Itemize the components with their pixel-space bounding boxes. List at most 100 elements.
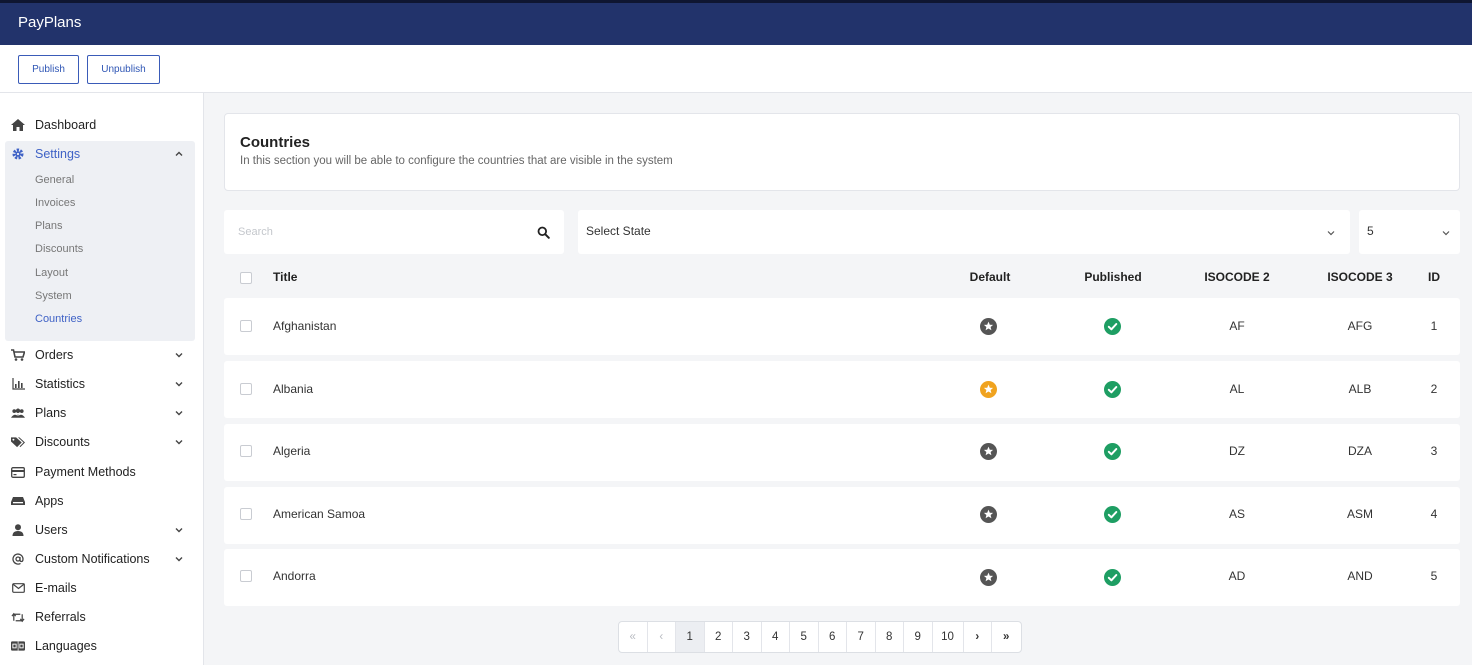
table-row: Andorra AD AND 5	[224, 549, 1460, 606]
star-icon[interactable]	[980, 506, 997, 523]
sidebar-item-languages[interactable]: Languages	[0, 633, 204, 659]
row-iso3: ASM	[1346, 507, 1374, 521]
chevron-down-icon	[1442, 231, 1450, 236]
row-iso2: AD	[1228, 569, 1246, 583]
row-checkbox[interactable]	[240, 320, 252, 332]
settings-sub-general[interactable]: General	[35, 174, 74, 186]
column-isocode-3[interactable]: ISOCODE 3	[1327, 270, 1392, 284]
gear-icon	[11, 147, 25, 161]
page-button[interactable]: 3	[733, 622, 762, 652]
column-title[interactable]: Title	[273, 270, 297, 284]
column-published[interactable]: Published	[1084, 270, 1141, 284]
page-button[interactable]: 5	[790, 622, 819, 652]
first-page-button[interactable]: «	[619, 622, 648, 652]
page-button[interactable]: 8	[876, 622, 904, 652]
row-id: 5	[1430, 569, 1438, 583]
row-id: 3	[1430, 444, 1438, 458]
sidebar-item-dashboard[interactable]: Dashboard	[0, 112, 204, 138]
chevron-up-icon	[175, 151, 183, 156]
row-iso3: ALB	[1348, 382, 1372, 396]
search-input[interactable]	[224, 210, 524, 254]
next-page-button[interactable]: ›	[964, 622, 992, 652]
sidebar-item-emails[interactable]: E-mails	[0, 575, 204, 601]
sidebar-item-label: Payment Methods	[35, 465, 136, 479]
page-size-value: 5	[1367, 224, 1374, 238]
sidebar-item-referrals[interactable]: Referrals	[0, 604, 204, 630]
row-title[interactable]: Albania	[273, 382, 313, 396]
page-description: In this section you will be able to conf…	[240, 155, 673, 167]
search-icon[interactable]	[537, 226, 550, 239]
unpublish-button[interactable]: Unpublish	[87, 55, 160, 84]
app-title: PayPlans	[18, 14, 82, 31]
table-row: American Samoa AS ASM 4	[224, 487, 1460, 544]
check-circle-icon[interactable]	[1104, 506, 1121, 523]
sidebar-item-discounts[interactable]: Discounts	[0, 429, 204, 455]
credit-card-icon	[11, 465, 25, 479]
settings-sub-invoices[interactable]: Invoices	[35, 197, 75, 209]
row-title[interactable]: Algeria	[273, 444, 310, 458]
row-iso2: DZ	[1229, 444, 1245, 458]
row-id: 2	[1430, 382, 1438, 396]
check-circle-icon[interactable]	[1104, 318, 1121, 335]
envelope-icon	[11, 581, 25, 595]
page-button[interactable]: 4	[762, 622, 790, 652]
settings-sub-countries[interactable]: Countries	[35, 313, 82, 325]
sidebar-item-label: Plans	[35, 406, 67, 420]
row-title[interactable]: Andorra	[273, 569, 316, 583]
row-checkbox[interactable]	[240, 383, 252, 395]
sidebar-item-settings[interactable]: Settings	[0, 141, 204, 167]
star-icon[interactable]	[980, 569, 997, 586]
column-default[interactable]: Default	[970, 270, 1011, 284]
page-button[interactable]: 7	[847, 622, 876, 652]
sidebar-item-custom-notifications[interactable]: Custom Notifications	[0, 546, 204, 572]
settings-sub-plans[interactable]: Plans	[35, 220, 63, 232]
user-icon	[11, 523, 25, 537]
star-icon[interactable]	[980, 443, 997, 460]
row-iso3: DZA	[1348, 444, 1372, 458]
row-checkbox[interactable]	[240, 570, 252, 582]
page-button[interactable]: 10	[933, 622, 964, 652]
page-size-select[interactable]: 5	[1359, 210, 1460, 254]
settings-sub-layout[interactable]: Layout	[35, 267, 68, 279]
state-select[interactable]: Select State	[578, 210, 1350, 254]
row-id: 4	[1430, 507, 1438, 521]
page-button[interactable]: 2	[705, 622, 733, 652]
apps-icon	[11, 494, 25, 508]
select-all-checkbox[interactable]	[240, 272, 252, 284]
row-iso3: AFG	[1347, 319, 1373, 333]
row-checkbox[interactable]	[240, 445, 252, 457]
settings-sub-system[interactable]: System	[35, 290, 72, 302]
row-iso2: AL	[1229, 382, 1245, 396]
sidebar-item-users[interactable]: Users	[0, 517, 204, 543]
last-page-button[interactable]: »	[992, 622, 1021, 652]
page-button[interactable]: 9	[904, 622, 933, 652]
prev-page-button[interactable]: ‹	[648, 622, 676, 652]
check-circle-icon[interactable]	[1104, 443, 1121, 460]
sidebar-item-statistics[interactable]: Statistics	[0, 371, 204, 397]
at-sign-icon	[11, 552, 25, 566]
settings-sub-discounts[interactable]: Discounts	[35, 243, 83, 255]
star-icon[interactable]	[980, 318, 997, 335]
sidebar-item-label: Dashboard	[35, 118, 97, 132]
sidebar-item-label: E-mails	[35, 581, 77, 595]
check-circle-icon[interactable]	[1104, 569, 1121, 586]
row-checkbox[interactable]	[240, 508, 252, 520]
page-button[interactable]: 6	[819, 622, 847, 652]
row-title[interactable]: American Samoa	[273, 507, 365, 521]
row-title[interactable]: Afghanistan	[273, 319, 336, 333]
sidebar-item-payment-methods[interactable]: Payment Methods	[0, 459, 204, 485]
check-circle-icon[interactable]	[1104, 381, 1121, 398]
chevron-down-icon	[175, 411, 183, 416]
column-isocode-2[interactable]: ISOCODE 2	[1204, 270, 1269, 284]
star-icon[interactable]	[980, 381, 997, 398]
page-button[interactable]: 1	[676, 622, 705, 652]
sidebar-item-plans[interactable]: Plans	[0, 400, 204, 426]
column-id[interactable]: ID	[1428, 270, 1440, 284]
publish-button[interactable]: Publish	[18, 55, 79, 84]
row-iso2: AS	[1228, 507, 1246, 521]
sidebar-item-orders[interactable]: Orders	[0, 342, 204, 368]
sidebar-item-label: Settings	[35, 147, 81, 161]
chevron-down-icon	[175, 382, 183, 387]
home-icon	[11, 118, 25, 132]
sidebar-item-apps[interactable]: Apps	[0, 488, 204, 514]
